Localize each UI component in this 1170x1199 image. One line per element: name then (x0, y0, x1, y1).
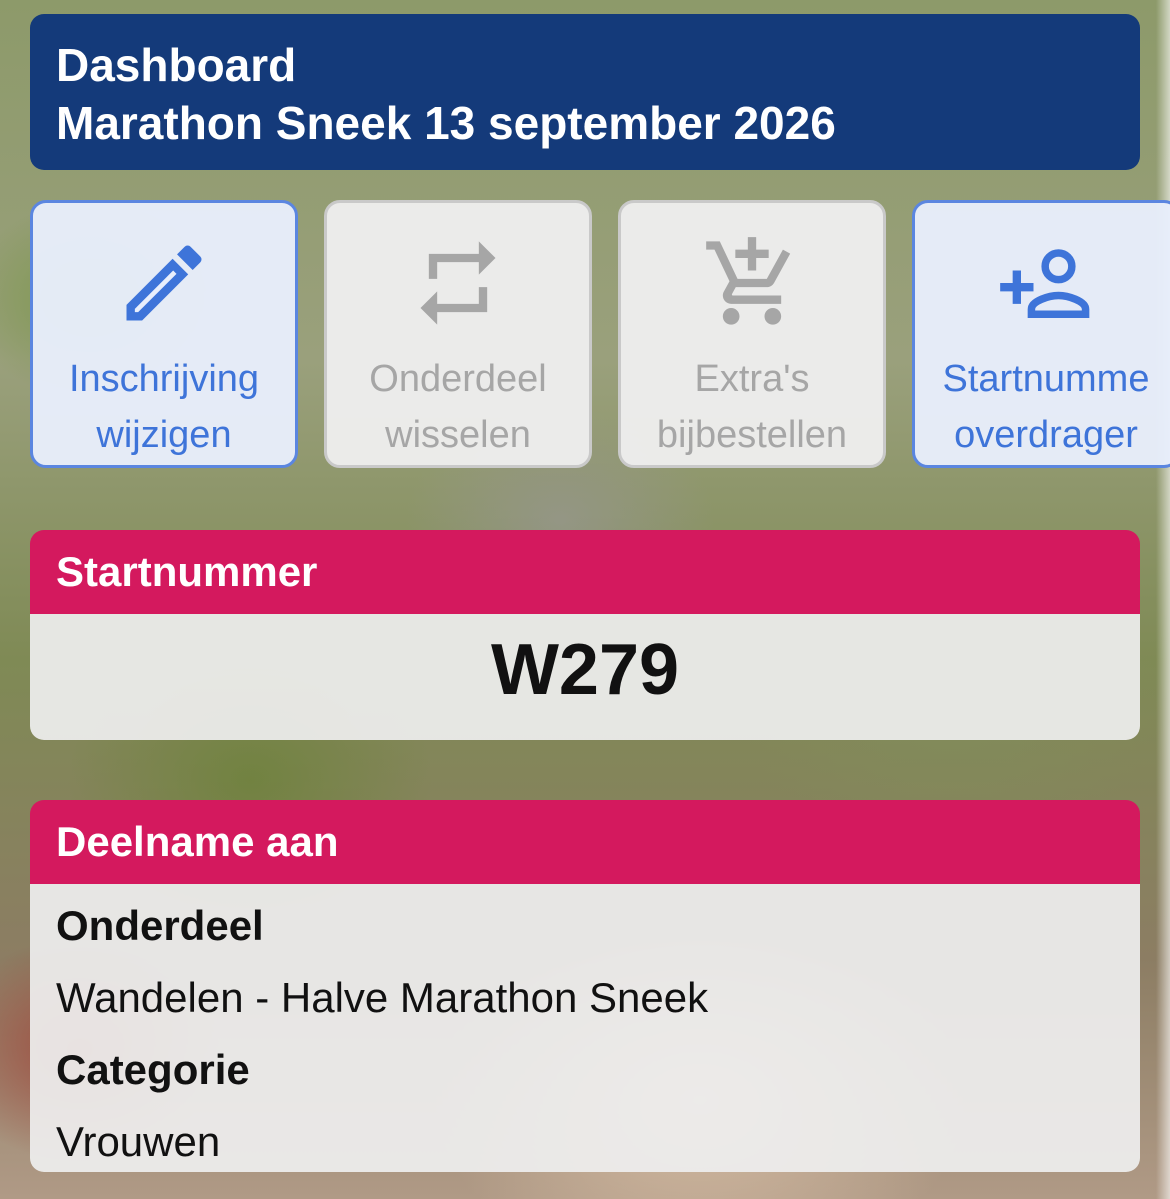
participation-card: Deelname aan Onderdeel Wandelen - Halve … (30, 800, 1140, 1172)
start-number-heading: Startnummer (30, 530, 1140, 614)
scroll-edge (1156, 0, 1170, 1199)
page-title: Dashboard (56, 39, 297, 91)
switch-event-label: Onderdeel wisselen (369, 358, 547, 456)
switch-event-button[interactable]: Onderdeel wisselen (324, 200, 592, 468)
swap-icon (327, 233, 589, 333)
start-number-card: Startnummer W279 (30, 530, 1140, 740)
edit-registration-button[interactable]: Inschrijving wijzigen (30, 200, 298, 468)
edit-registration-label: Inschrijving wijzigen (68, 358, 260, 456)
page: Dashboard Marathon Sneek 13 september 20… (0, 0, 1170, 1199)
category-value: Vrouwen (56, 1118, 221, 1165)
order-extras-button[interactable]: Extra's bijbestellen (618, 200, 886, 468)
participation-body: Onderdeel Wandelen - Halve Marathon Snee… (30, 884, 1140, 1172)
cart-add-icon (621, 233, 883, 333)
dashboard-header: Dashboard Marathon Sneek 13 september 20… (30, 14, 1140, 170)
category-label: Categorie (56, 1046, 250, 1093)
event-part-label: Onderdeel (56, 902, 264, 949)
transfer-bib-label: Startnumme overdrager (942, 358, 1150, 456)
order-extras-label: Extra's bijbestellen (656, 358, 848, 456)
start-number-value: W279 (30, 614, 1140, 740)
pencil-icon (33, 233, 295, 333)
event-part-value: Wandelen - Halve Marathon Sneek (56, 974, 709, 1021)
transfer-bib-button[interactable]: Startnumme overdrager (912, 200, 1170, 468)
add-person-icon (915, 233, 1170, 333)
action-tiles: Inschrijving wijzigen Onderdeel wisselen (30, 200, 1170, 470)
participation-heading: Deelname aan (30, 800, 1140, 884)
event-title: Marathon Sneek 13 september 2026 (56, 97, 836, 149)
